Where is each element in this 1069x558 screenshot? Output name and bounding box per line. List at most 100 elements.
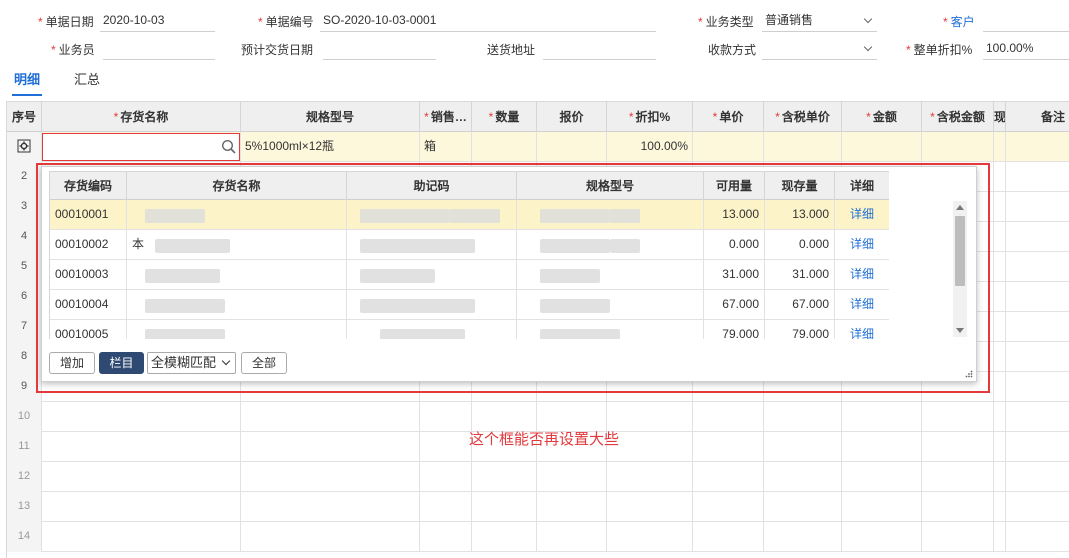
- col-header[interactable]: 备注: [1006, 102, 1069, 132]
- payment-select[interactable]: [762, 38, 877, 60]
- grid-cell[interactable]: [420, 432, 472, 462]
- biz-type-select[interactable]: 普通销售: [762, 10, 877, 32]
- picker-col-header[interactable]: 助记码: [347, 172, 517, 200]
- col-header[interactable]: 规格型号: [241, 102, 420, 132]
- grid-cell[interactable]: [764, 522, 842, 552]
- columns-button[interactable]: 栏目: [99, 352, 144, 374]
- all-button[interactable]: 全部: [241, 352, 287, 374]
- grid-cell[interactable]: [994, 282, 1006, 312]
- number-value[interactable]: SO-2020-10-03-0001: [320, 10, 656, 32]
- list-item[interactable]: 00010001 13.000 13.000 详细: [50, 200, 889, 230]
- tax-price-cell[interactable]: [764, 132, 842, 162]
- col-header[interactable]: * 销售…: [420, 102, 472, 132]
- grid-cell[interactable]: [42, 522, 241, 552]
- date-value[interactable]: 2020-10-03: [100, 10, 215, 32]
- grid-cell[interactable]: [42, 492, 241, 522]
- grid-cell[interactable]: [420, 522, 472, 552]
- row-settings-cell[interactable]: [7, 132, 42, 162]
- grid-cell[interactable]: [420, 492, 472, 522]
- grid-cell[interactable]: [420, 402, 472, 432]
- customer-input[interactable]: [983, 10, 1069, 32]
- grid-cell[interactable]: [922, 402, 994, 432]
- grid-cell[interactable]: [693, 492, 764, 522]
- grid-cell[interactable]: [693, 522, 764, 552]
- number-input[interactable]: SO-2020-10-03-0001: [320, 10, 656, 32]
- grid-cell[interactable]: [994, 522, 1006, 552]
- list-item[interactable]: 00010005 79.000 79.000 详细: [50, 320, 889, 339]
- grid-cell[interactable]: [693, 402, 764, 432]
- grid-cell[interactable]: [994, 432, 1006, 462]
- grid-cell[interactable]: [994, 252, 1006, 282]
- grid-cell[interactable]: [994, 342, 1006, 372]
- col-header[interactable]: * 单价: [693, 102, 764, 132]
- qty-cell[interactable]: [472, 132, 537, 162]
- grid-cell[interactable]: [922, 462, 994, 492]
- gear-icon[interactable]: [17, 139, 31, 153]
- price-cell[interactable]: [693, 132, 764, 162]
- grid-cell[interactable]: [241, 492, 420, 522]
- biz-type-value[interactable]: 普通销售: [762, 10, 877, 32]
- table-row[interactable]: 13: [7, 492, 1069, 522]
- col-header[interactable]: * 含税单价: [764, 102, 842, 132]
- grid-cell[interactable]: [537, 462, 607, 492]
- grid-cell[interactable]: [922, 522, 994, 552]
- list-item[interactable]: 00010002 本 0.000 0.000 详细: [50, 230, 889, 260]
- grid-cell[interactable]: [1006, 492, 1069, 522]
- grid-cell[interactable]: [842, 522, 922, 552]
- col-header[interactable]: * 数量: [472, 102, 537, 132]
- table-row[interactable]: 12: [7, 462, 1069, 492]
- grid-cell[interactable]: [1006, 222, 1069, 252]
- grid-cell[interactable]: [607, 522, 693, 552]
- picker-scrollbar[interactable]: [953, 201, 967, 337]
- grid-cell[interactable]: [842, 462, 922, 492]
- col-header[interactable]: * 存货名称: [42, 102, 241, 132]
- discount-value[interactable]: 100.00%: [983, 38, 1069, 60]
- grid-cell[interactable]: [241, 432, 420, 462]
- grid-cell[interactable]: [607, 432, 693, 462]
- grid-cell[interactable]: [1006, 342, 1069, 372]
- grid-cell[interactable]: [1006, 192, 1069, 222]
- grid-cell[interactable]: [1006, 372, 1069, 402]
- col-header[interactable]: * 含税金额: [922, 102, 994, 132]
- address-input[interactable]: [543, 38, 656, 60]
- grid-cell[interactable]: [922, 432, 994, 462]
- scroll-down-icon[interactable]: [956, 328, 964, 333]
- grid-cell[interactable]: [994, 462, 1006, 492]
- grid-cell[interactable]: [607, 492, 693, 522]
- grid-cell[interactable]: [241, 402, 420, 432]
- grid-cell[interactable]: [42, 462, 241, 492]
- grid-cell[interactable]: [241, 522, 420, 552]
- grid-cell[interactable]: [607, 462, 693, 492]
- grid-cell[interactable]: [472, 522, 537, 552]
- detail-link[interactable]: 详细: [835, 230, 889, 260]
- picker-col-header[interactable]: 存货编码: [50, 172, 127, 200]
- salesman-input[interactable]: [103, 38, 215, 60]
- quote-cell[interactable]: [537, 132, 607, 162]
- spec-cell[interactable]: 5%1000ml×12瓶: [241, 132, 420, 162]
- grid-cell[interactable]: [1006, 312, 1069, 342]
- unit-cell[interactable]: 箱: [420, 132, 472, 162]
- scroll-up-icon[interactable]: [956, 205, 964, 210]
- grid-cell[interactable]: [1006, 162, 1069, 192]
- list-item[interactable]: 00010004 67.000 67.000 详细: [50, 290, 889, 320]
- grid-cell[interactable]: [607, 402, 693, 432]
- grid-cell[interactable]: [420, 462, 472, 492]
- match-mode-select[interactable]: 全模糊匹配: [147, 352, 236, 374]
- salesman-value[interactable]: [103, 38, 215, 60]
- grid-cell[interactable]: [842, 492, 922, 522]
- date-input[interactable]: 2020-10-03: [100, 10, 215, 32]
- grid-cell[interactable]: [1006, 432, 1069, 462]
- list-item[interactable]: 00010003 31.000 31.000 详细: [50, 260, 889, 290]
- table-row[interactable]: 14: [7, 522, 1069, 552]
- tab-summary[interactable]: 汇总: [74, 70, 100, 92]
- detail-link[interactable]: 详细: [835, 200, 889, 230]
- table-row[interactable]: 5%1000ml×12瓶 箱 100.00%: [7, 132, 1069, 162]
- search-icon[interactable]: [221, 139, 237, 155]
- picker-col-header[interactable]: 规格型号: [517, 172, 704, 200]
- product-name-input[interactable]: [42, 133, 240, 161]
- customer-value[interactable]: [983, 10, 1069, 32]
- scroll-thumb[interactable]: [955, 216, 965, 286]
- grid-cell[interactable]: [1006, 402, 1069, 432]
- grid-cell[interactable]: [842, 402, 922, 432]
- grid-cell[interactable]: [537, 492, 607, 522]
